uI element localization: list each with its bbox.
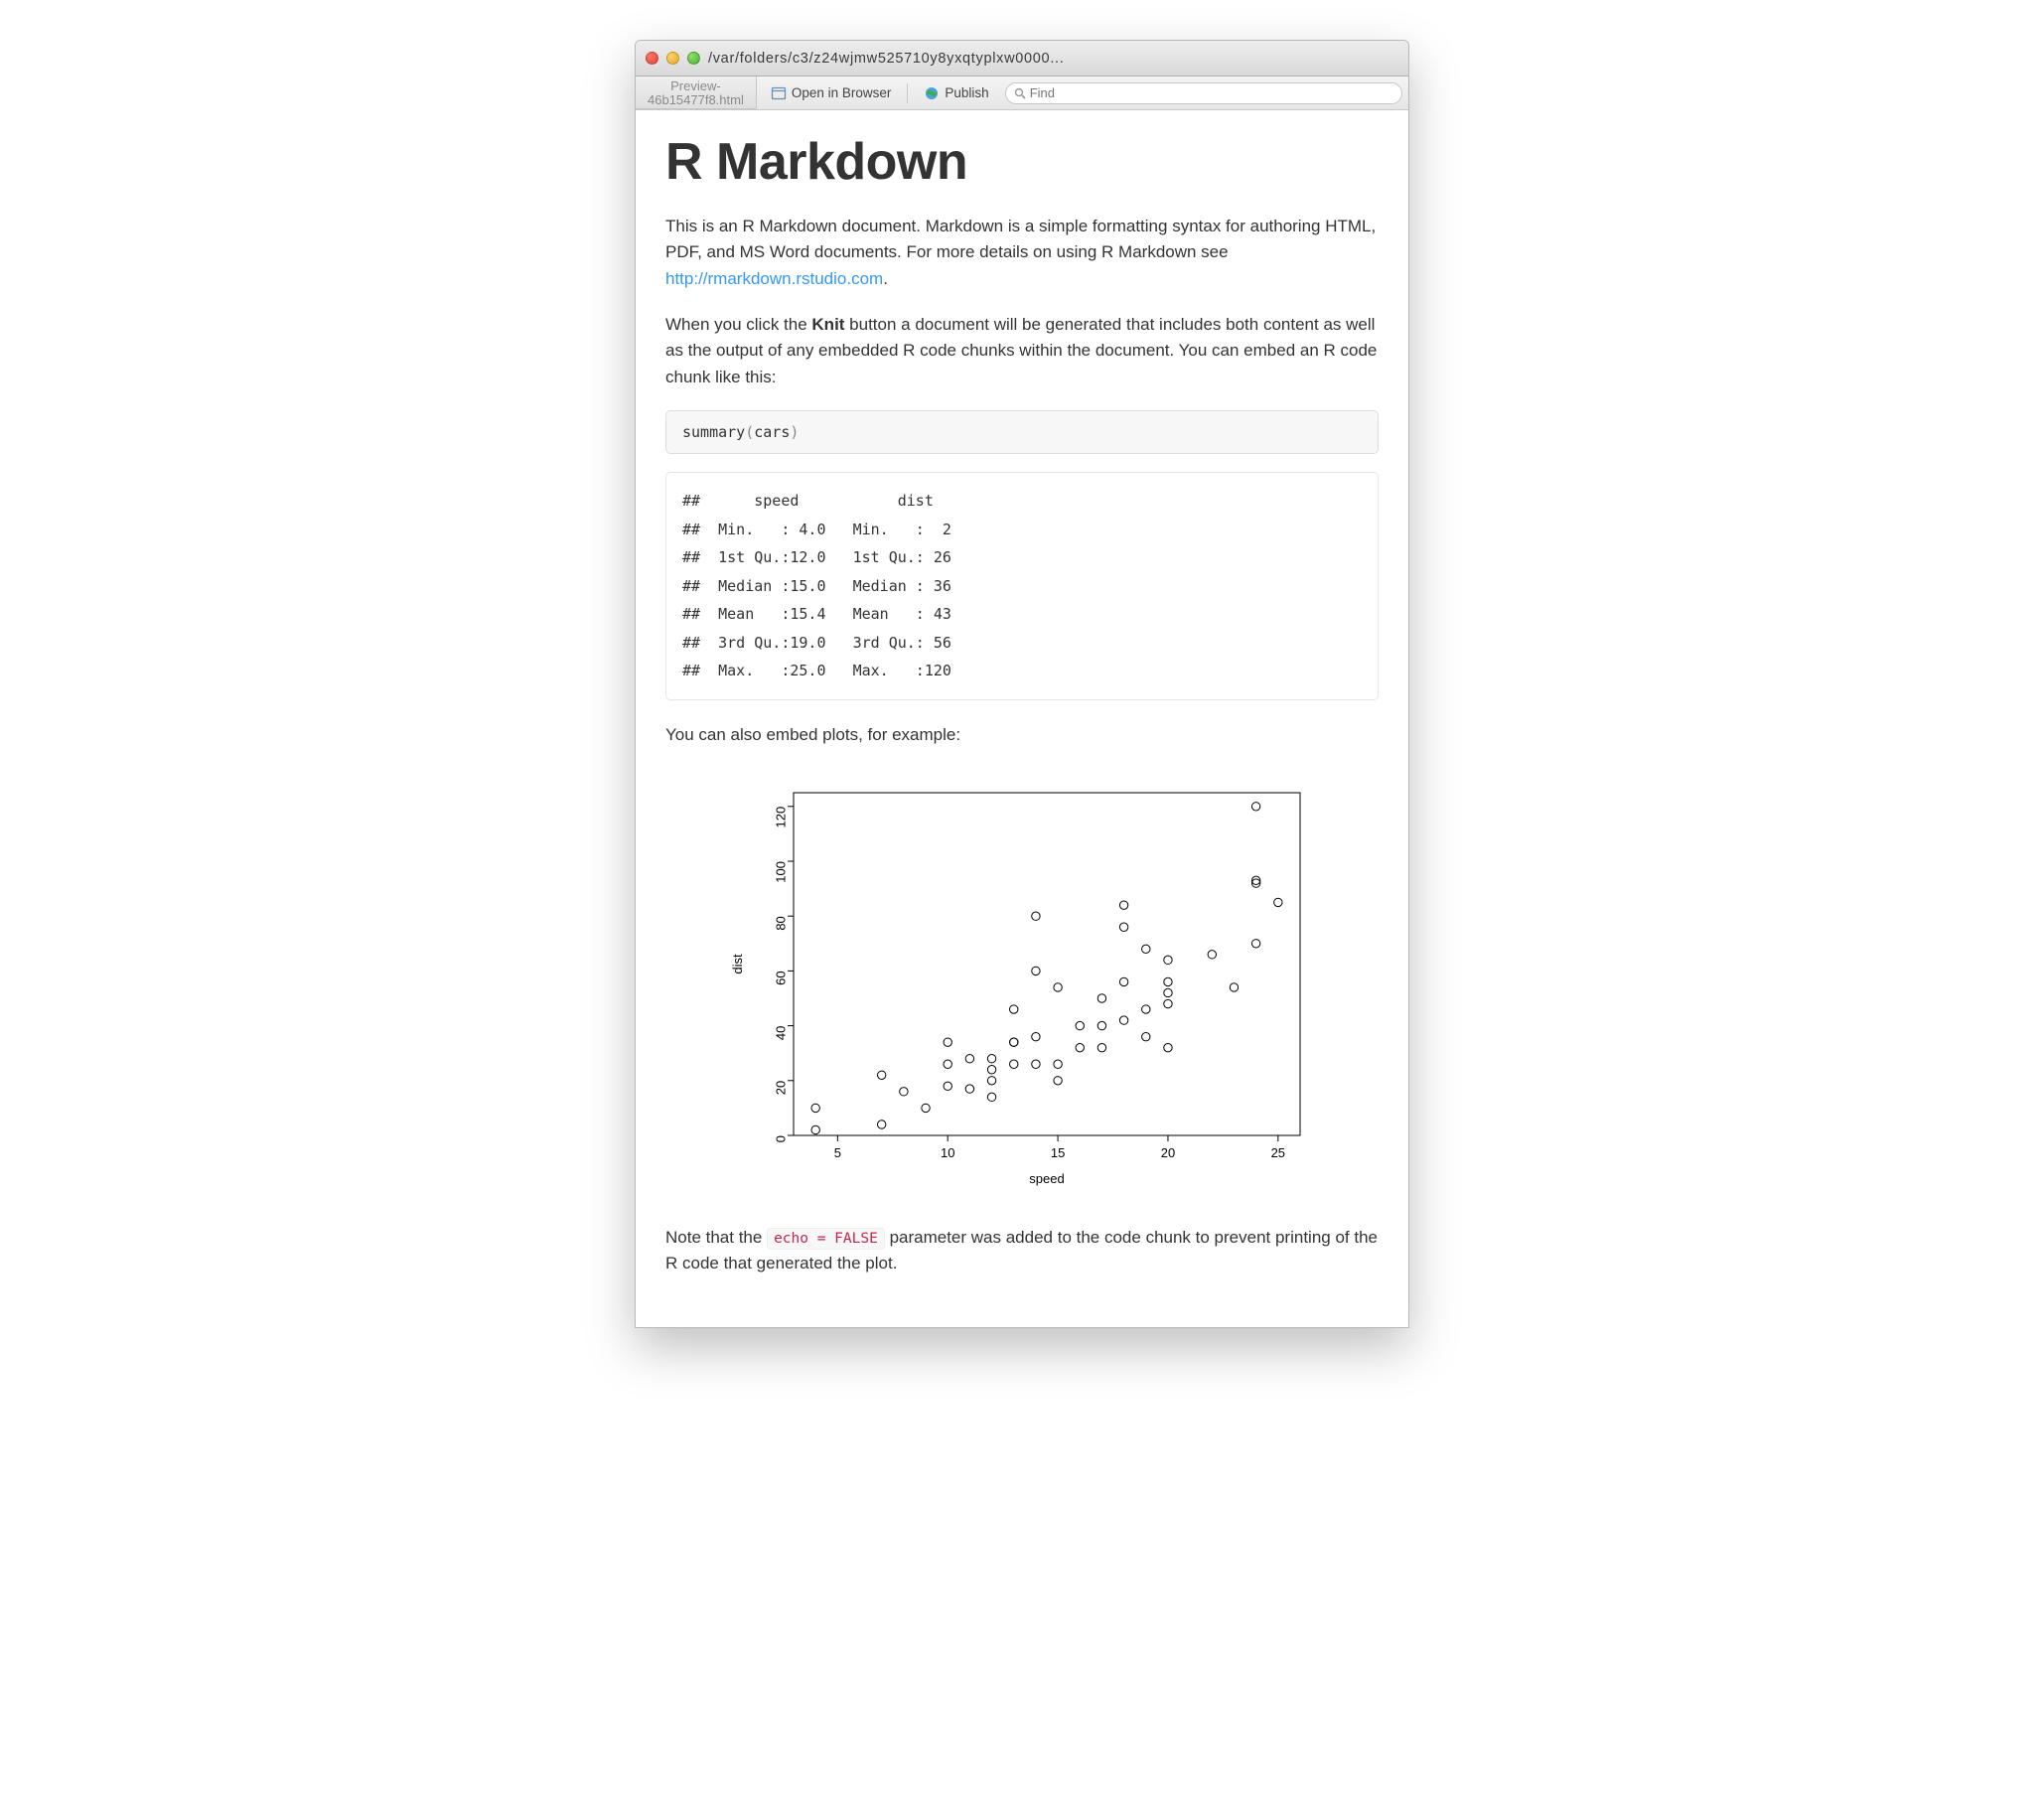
echo-false-code: echo = FALSE [767, 1228, 885, 1250]
search-field[interactable] [1005, 82, 1402, 104]
rmarkdown-link[interactable]: http://rmarkdown.rstudio.com [665, 269, 883, 288]
svg-text:20: 20 [773, 1081, 788, 1095]
browser-icon [771, 85, 787, 101]
svg-text:15: 15 [1051, 1145, 1065, 1160]
file-tab-line2: 46b15477f8.html [648, 93, 744, 107]
svg-text:20: 20 [1161, 1145, 1175, 1160]
minimize-icon[interactable] [666, 52, 679, 65]
page-title: R Markdown [665, 132, 1379, 192]
svg-text:100: 100 [773, 861, 788, 883]
plots-paragraph: You can also embed plots, for example: [665, 722, 1379, 748]
close-icon[interactable] [646, 52, 658, 65]
svg-text:speed: speed [1029, 1171, 1064, 1186]
publish-label: Publish [945, 85, 988, 100]
svg-text:0: 0 [773, 1135, 788, 1142]
code-output: ## speed dist ## Min. : 4.0 Min. : 2 ## … [665, 472, 1379, 700]
svg-text:120: 120 [773, 807, 788, 828]
echo-note-paragraph: Note that the echo = FALSE parameter was… [665, 1225, 1379, 1277]
document-body: R Markdown This is an R Markdown documen… [636, 110, 1408, 1327]
code-fn: summary [682, 423, 745, 441]
open-in-browser-button[interactable]: Open in Browser [763, 82, 900, 104]
open-in-browser-label: Open in Browser [792, 85, 892, 100]
search-icon [1014, 87, 1026, 99]
toolbar-divider [907, 83, 908, 103]
file-tab[interactable]: Preview- 46b15477f8.html [636, 76, 757, 109]
knit-paragraph: When you click the Knit button a documen… [665, 312, 1379, 390]
globe-icon [924, 85, 940, 101]
code-chunk: summary(cars) [665, 410, 1379, 454]
traffic-lights [646, 52, 700, 65]
svg-text:40: 40 [773, 1026, 788, 1040]
preview-window: /var/folders/c3/z24wjmw525710y8yxqtyplxw… [635, 40, 1409, 1328]
svg-text:dist: dist [730, 954, 745, 974]
window-title: /var/folders/c3/z24wjmw525710y8yxqtyplxw… [708, 51, 1398, 67]
svg-text:25: 25 [1271, 1145, 1285, 1160]
svg-text:5: 5 [834, 1145, 841, 1160]
code-arg: cars [754, 423, 790, 441]
intro-paragraph: This is an R Markdown document. Markdown… [665, 214, 1379, 292]
svg-text:80: 80 [773, 916, 788, 930]
scatter-plot: 5 10 15 20 25 0 20 40 60 80 100 120 speed dist [665, 778, 1379, 1195]
svg-text:10: 10 [941, 1145, 954, 1160]
svg-text:60: 60 [773, 971, 788, 984]
publish-button[interactable]: Publish [916, 82, 996, 104]
knit-word: Knit [811, 315, 844, 334]
titlebar: /var/folders/c3/z24wjmw525710y8yxqtyplxw… [636, 41, 1408, 76]
search-input[interactable] [1030, 85, 1393, 100]
toolbar: Preview- 46b15477f8.html Open in Browser… [636, 76, 1408, 110]
file-tab-line1: Preview- [648, 79, 744, 93]
zoom-icon[interactable] [687, 52, 700, 65]
